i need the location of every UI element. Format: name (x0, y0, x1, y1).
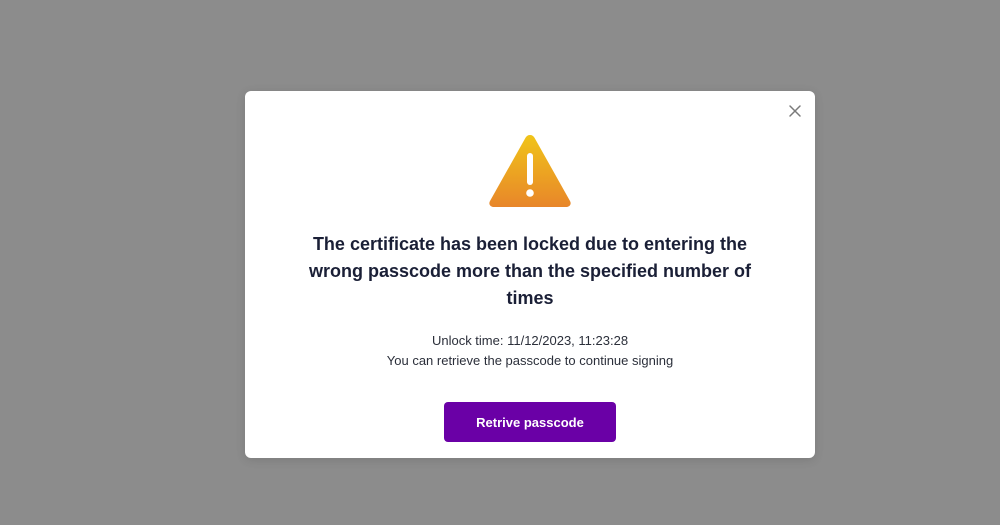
close-icon (789, 105, 801, 117)
unlock-time-text: Unlock time: 11/12/2023, 11:23:28 (431, 333, 629, 348)
close-button[interactable] (787, 103, 803, 119)
retrieve-passcode-button[interactable]: Retrive passcode (444, 402, 616, 442)
retrieve-info-text: You can retrieve the passcode to continu… (386, 353, 674, 368)
dialog-title: The certificate has been locked due to e… (308, 234, 752, 308)
certificate-locked-dialog: The certificate has been locked due to e… (245, 91, 815, 458)
warning-triangle-icon (486, 131, 574, 209)
